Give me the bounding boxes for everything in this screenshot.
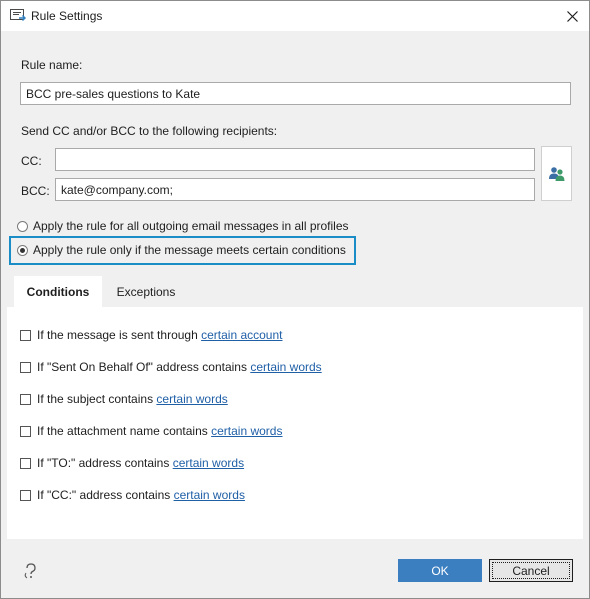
condition-row[interactable]: If the message is sent through certain a…	[20, 326, 282, 344]
condition-link[interactable]: certain words	[250, 360, 321, 374]
bcc-label: BCC:	[21, 184, 50, 198]
condition-link[interactable]: certain words	[156, 392, 227, 406]
condition-text: If "CC:" address contains certain words	[37, 488, 245, 502]
condition-link[interactable]: certain account	[201, 328, 282, 342]
apply-conditions-label: Apply the rule only if the message meets…	[33, 243, 346, 257]
tab-conditions-label: Conditions	[26, 284, 90, 299]
rule-name-field[interactable]	[20, 82, 571, 105]
close-button[interactable]	[555, 1, 589, 31]
cancel-button[interactable]: Cancel	[489, 559, 573, 582]
condition-checkbox[interactable]	[20, 457, 31, 469]
tab-exceptions[interactable]: Exceptions	[104, 276, 188, 307]
condition-text: If the attachment name contains certain …	[37, 424, 283, 438]
condition-row[interactable]: If "CC:" address contains certain words	[20, 486, 245, 504]
condition-row[interactable]: If the attachment name contains certain …	[20, 422, 282, 440]
condition-text: If "Sent On Behalf Of" address contains …	[37, 360, 322, 374]
condition-text: If the message is sent through certain a…	[37, 328, 283, 342]
tab-exceptions-label: Exceptions	[116, 284, 176, 299]
title-bar: Rule Settings	[1, 1, 589, 31]
cancel-button-label: Cancel	[492, 562, 570, 579]
condition-text: If "TO:" address contains certain words	[37, 456, 245, 470]
rule-settings-icon	[10, 9, 26, 26]
condition-checkbox[interactable]	[20, 361, 31, 373]
select-recipients-button[interactable]	[541, 146, 572, 201]
conditions-panel: If the message is sent through certain a…	[7, 307, 583, 539]
condition-checkbox[interactable]	[20, 393, 31, 405]
condition-row[interactable]: If the subject contains certain words	[20, 390, 228, 408]
bcc-field[interactable]	[55, 178, 535, 201]
condition-text: If the subject contains certain words	[37, 392, 228, 406]
cc-field[interactable]	[55, 148, 535, 171]
radio-button[interactable]	[17, 220, 28, 232]
condition-checkbox[interactable]	[20, 329, 31, 341]
rule-name-label: Rule name:	[21, 58, 83, 72]
apply-all-label: Apply the rule for all outgoing email me…	[33, 219, 349, 233]
rule-settings-dialog: Rule Settings Rule name: Send CC and/or …	[0, 0, 590, 599]
condition-link[interactable]: certain words	[174, 488, 245, 502]
tab-conditions[interactable]: Conditions	[14, 276, 102, 307]
address-book-icon	[548, 166, 564, 181]
help-icon[interactable]	[23, 562, 39, 583]
cc-label: CC:	[21, 154, 42, 168]
dialog-title: Rule Settings	[31, 9, 103, 23]
apply-conditions-radio[interactable]: Apply the rule only if the message meets…	[17, 240, 346, 260]
ok-button[interactable]: OK	[398, 559, 482, 582]
recipients-heading: Send CC and/or BCC to the following reci…	[21, 124, 278, 138]
close-icon	[566, 10, 578, 22]
radio-button-selected[interactable]	[17, 244, 28, 256]
apply-all-radio[interactable]: Apply the rule for all outgoing email me…	[17, 216, 349, 236]
condition-link[interactable]: certain words	[173, 456, 244, 470]
condition-row[interactable]: If "TO:" address contains certain words	[20, 454, 244, 472]
condition-checkbox[interactable]	[20, 425, 31, 437]
condition-row[interactable]: If "Sent On Behalf Of" address contains …	[20, 358, 322, 376]
condition-checkbox[interactable]	[20, 489, 31, 501]
condition-link[interactable]: certain words	[211, 424, 282, 438]
